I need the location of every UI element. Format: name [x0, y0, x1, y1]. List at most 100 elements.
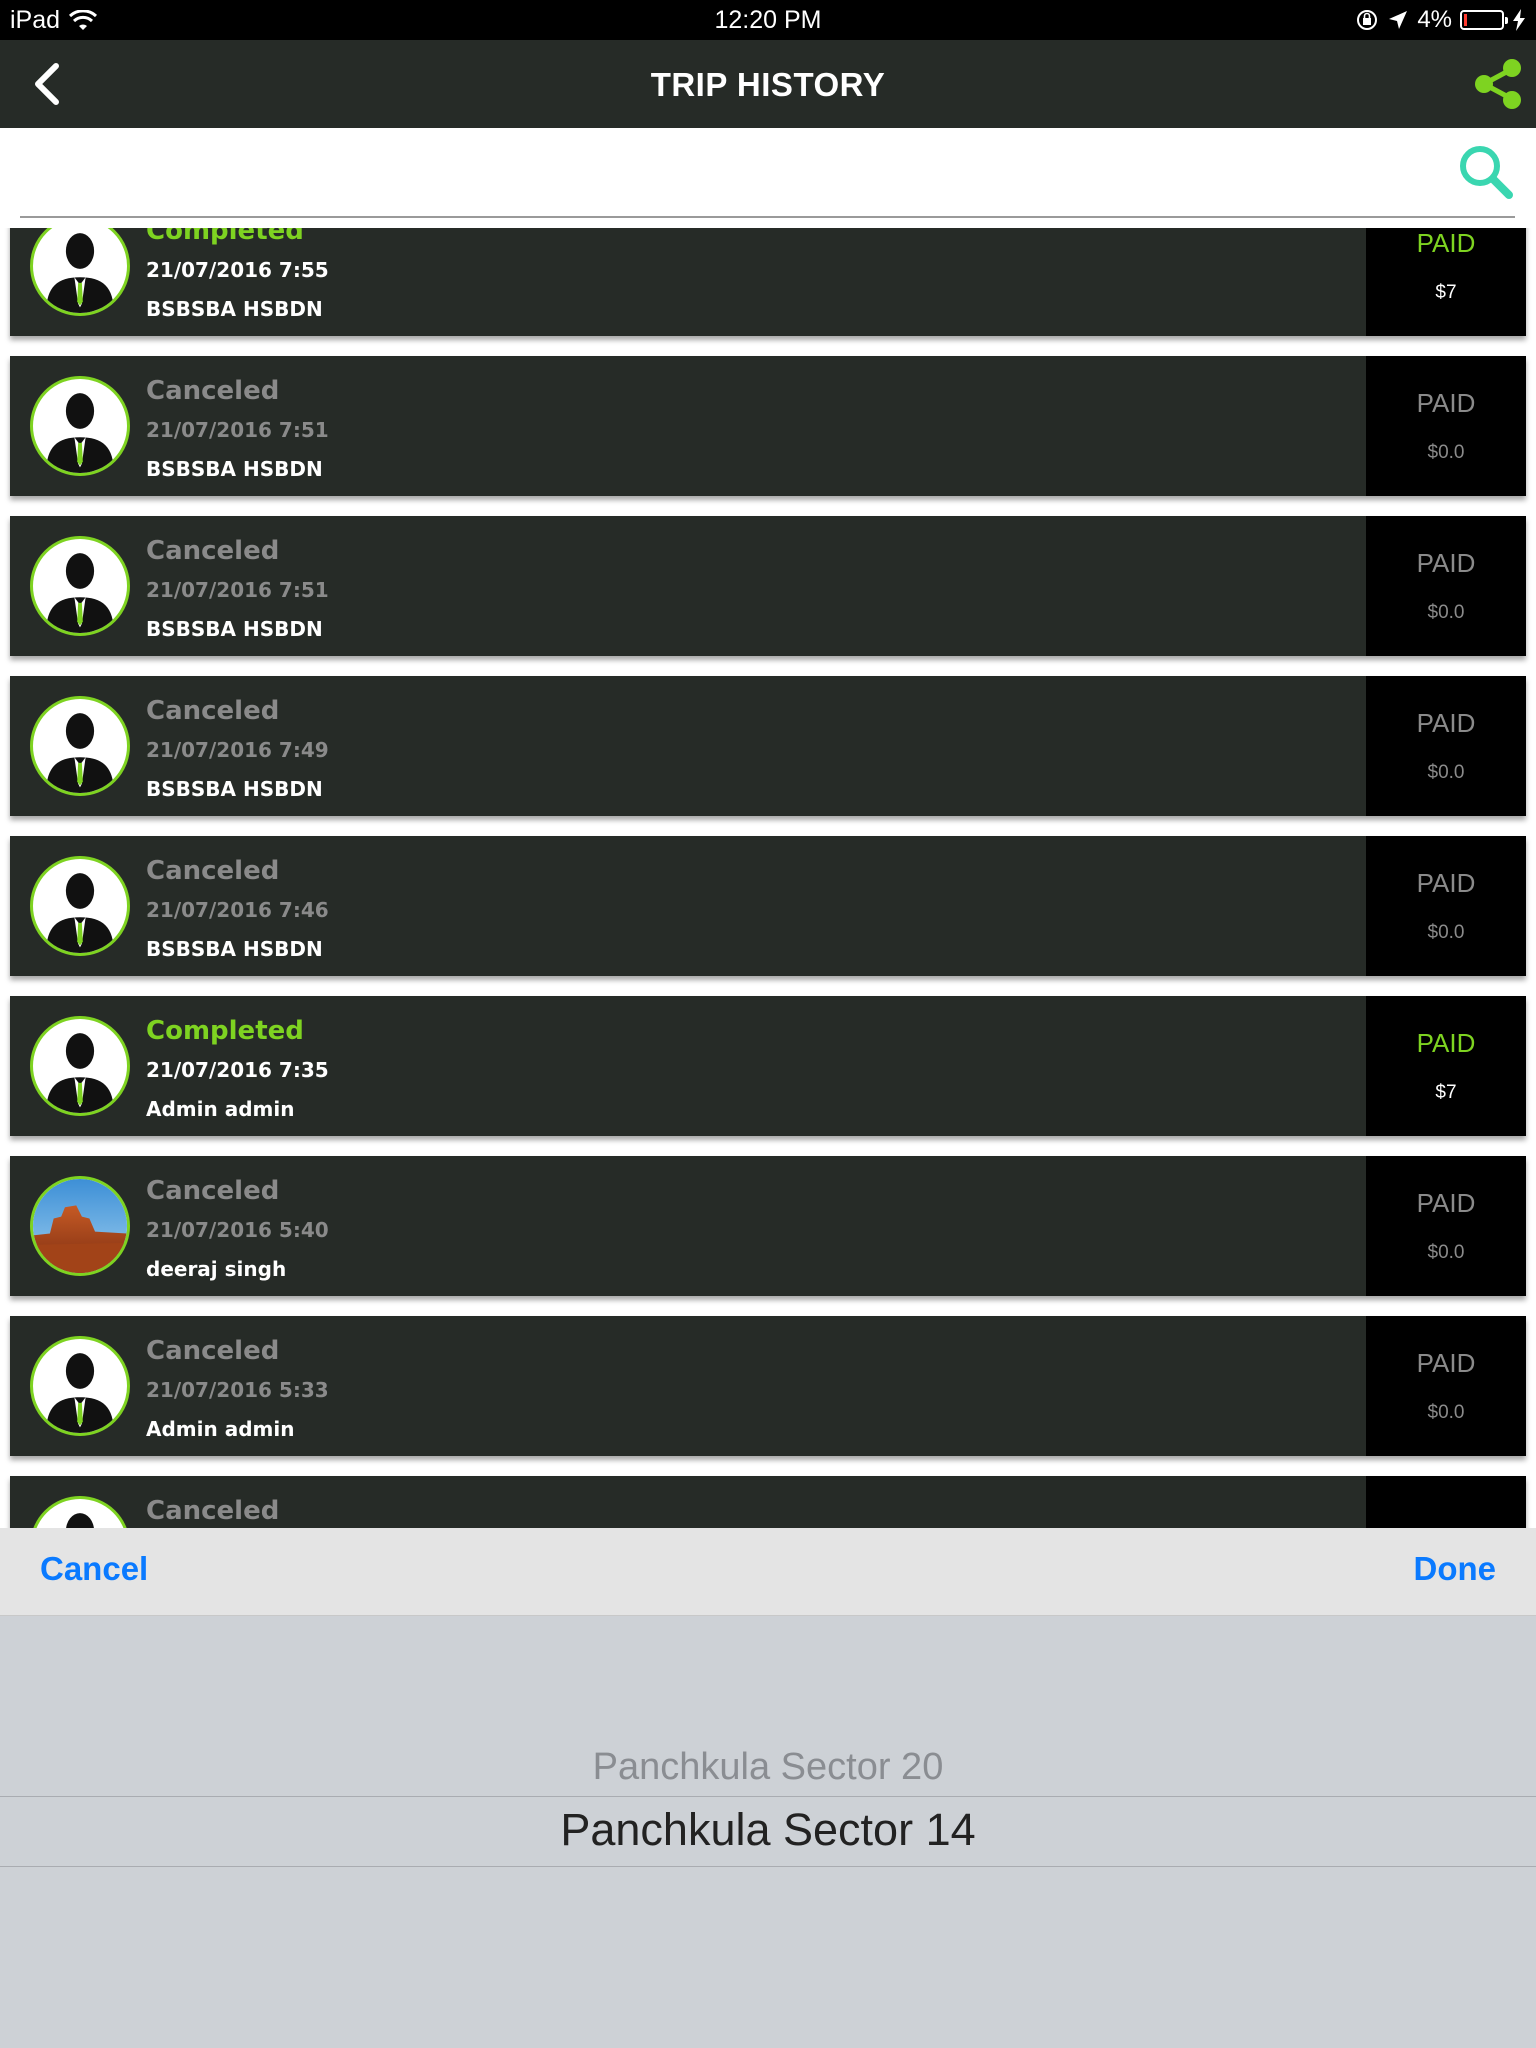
driver-name: deeraj singh [146, 1257, 287, 1281]
payment-status: PAID [1416, 388, 1476, 418]
fare-amount: $0.0 [1427, 1402, 1465, 1423]
trip-date: 21/07/2016 5:40 [146, 1218, 329, 1242]
fare-amount: $0.0 [1427, 1242, 1465, 1263]
nav-bar: TRIP HISTORY [0, 40, 1536, 128]
payment-panel: PAID $0.0 [1366, 516, 1526, 656]
charging-bolt-icon [1513, 9, 1525, 31]
trip-card[interactable]: Canceled 21/07/2016 5:33 Admin admin PAI… [10, 1316, 1526, 1456]
trip-date: 21/07/2016 7:51 [146, 578, 329, 602]
trip-card[interactable]: Canceled 21/07/2016 7:49 BSBSBA HSBDN PA… [10, 676, 1526, 816]
battery-icon [1460, 10, 1508, 30]
status-right: 4% [1355, 6, 1526, 34]
payment-panel: PAID $0.0 [1366, 676, 1526, 816]
avatar [30, 536, 130, 636]
payment-status: PAID [1416, 1028, 1476, 1058]
person-silhouette-icon [46, 713, 114, 793]
trip-card[interactable]: Canceled 21/07/2016 7:51 BSBSBA HSBDN PA… [10, 356, 1526, 496]
done-button[interactable]: Done [1414, 1550, 1497, 1588]
status-time: 12:20 PM [714, 6, 822, 34]
trip-status: Canceled [146, 1336, 280, 1366]
trip-status: Canceled [146, 536, 280, 566]
fare-amount: $0.0 [1427, 602, 1465, 623]
driver-name: BSBSBA HSBDN [146, 937, 323, 961]
avatar [30, 1496, 130, 1528]
driver-name: BSBSBA HSBDN [146, 297, 323, 321]
avatar [30, 1176, 130, 1276]
person-silhouette-icon [46, 393, 114, 473]
avatar [30, 696, 130, 796]
person-silhouette-icon [46, 1033, 114, 1113]
trip-card[interactable]: Canceled 21/07/2016 5:40 deeraj singh PA… [10, 1156, 1526, 1296]
avatar [30, 1336, 130, 1436]
driver-name: Admin admin [146, 1097, 295, 1121]
cancel-button[interactable]: Cancel [40, 1550, 148, 1588]
person-silhouette-icon [46, 553, 114, 633]
avatar [30, 1016, 130, 1116]
trip-list[interactable]: Completed 21/07/2016 7:55 BSBSBA HSBDN P… [0, 228, 1536, 1528]
trip-status: Canceled [146, 1496, 280, 1526]
trip-status: Canceled [146, 696, 280, 726]
person-silhouette-icon [46, 233, 114, 313]
payment-panel: PAID $0.0 [1366, 1316, 1526, 1456]
person-silhouette-icon [66, 1513, 94, 1528]
trip-date: 21/07/2016 7:55 [146, 258, 329, 282]
search-icon [1460, 146, 1513, 199]
payment-status: PAID [1416, 228, 1476, 258]
landscape-photo-icon [33, 1179, 127, 1273]
payment-status: PAID [1416, 708, 1476, 738]
avatar [30, 376, 130, 476]
trip-status: Completed [146, 228, 304, 246]
person-silhouette-icon [46, 1353, 114, 1433]
payment-status: PAID [1416, 1188, 1476, 1218]
payment-status: PAID [1416, 1348, 1476, 1378]
page-title: TRIP HISTORY [650, 66, 886, 103]
trip-date: 21/07/2016 7:49 [146, 738, 329, 762]
fare-amount: $7 [1435, 282, 1457, 303]
avatar [30, 856, 130, 956]
payment-status: PAID [1416, 868, 1476, 898]
payment-panel: PAID $0.0 [1366, 836, 1526, 976]
location-picker[interactable]: Panchkula Sector 20 Panchkula Sector 14 [0, 1616, 1536, 2048]
location-arrow-icon [1389, 11, 1408, 29]
trip-card[interactable]: Completed 21/07/2016 7:35 Admin admin PA… [10, 996, 1526, 1136]
picker-selection-line-top [0, 1796, 1536, 1797]
payment-panel: PAID $0.0 [1366, 356, 1526, 496]
fare-amount: $0.0 [1427, 762, 1465, 783]
fare-amount: $7 [1435, 1082, 1457, 1103]
picker-selection-line-bottom [0, 1866, 1536, 1867]
driver-name: BSBSBA HSBDN [146, 777, 323, 801]
payment-status: PAID [1416, 548, 1476, 578]
trip-date: 21/07/2016 7:35 [146, 1058, 329, 1082]
trip-card[interactable]: Canceled [10, 1476, 1526, 1528]
share-icon [1475, 59, 1521, 109]
trip-card[interactable]: Canceled 21/07/2016 7:46 BSBSBA HSBDN PA… [10, 836, 1526, 976]
driver-name: Admin admin [146, 1417, 295, 1441]
picker-option[interactable]: Panchkula Sector 20 [0, 1746, 1536, 1789]
trip-card[interactable]: Completed 21/07/2016 7:55 BSBSBA HSBDN P… [10, 228, 1526, 336]
share-button[interactable] [1470, 56, 1526, 112]
trip-status: Completed [146, 1016, 304, 1046]
trip-date: 21/07/2016 7:51 [146, 418, 329, 442]
fare-amount: $0.0 [1427, 442, 1465, 463]
payment-panel: PAID $0.0 [1366, 1156, 1526, 1296]
search-button[interactable] [1456, 142, 1516, 202]
driver-name: BSBSBA HSBDN [146, 457, 323, 481]
status-bar: iPad 12:20 PM 4% [0, 0, 1536, 40]
picker-toolbar: Cancel Done [0, 1528, 1536, 1616]
payment-panel [1366, 1476, 1526, 1528]
payment-panel: PAID $7 [1366, 996, 1526, 1136]
fare-amount: $0.0 [1427, 922, 1465, 943]
avatar [30, 228, 130, 316]
payment-panel: PAID $7 [1366, 228, 1526, 336]
trip-card[interactable]: Canceled 21/07/2016 7:51 BSBSBA HSBDN PA… [10, 516, 1526, 656]
picker-selected-option[interactable]: Panchkula Sector 14 [0, 1804, 1536, 1856]
search-bar [0, 128, 1536, 228]
battery-percent: 4% [1417, 6, 1452, 33]
driver-name: BSBSBA HSBDN [146, 617, 323, 641]
trip-date: 21/07/2016 7:46 [146, 898, 329, 922]
trip-date: 21/07/2016 5:33 [146, 1378, 329, 1402]
search-input[interactable] [20, 138, 1515, 218]
person-silhouette-icon [46, 873, 114, 953]
trip-status: Canceled [146, 376, 280, 406]
trip-status: Canceled [146, 856, 280, 886]
